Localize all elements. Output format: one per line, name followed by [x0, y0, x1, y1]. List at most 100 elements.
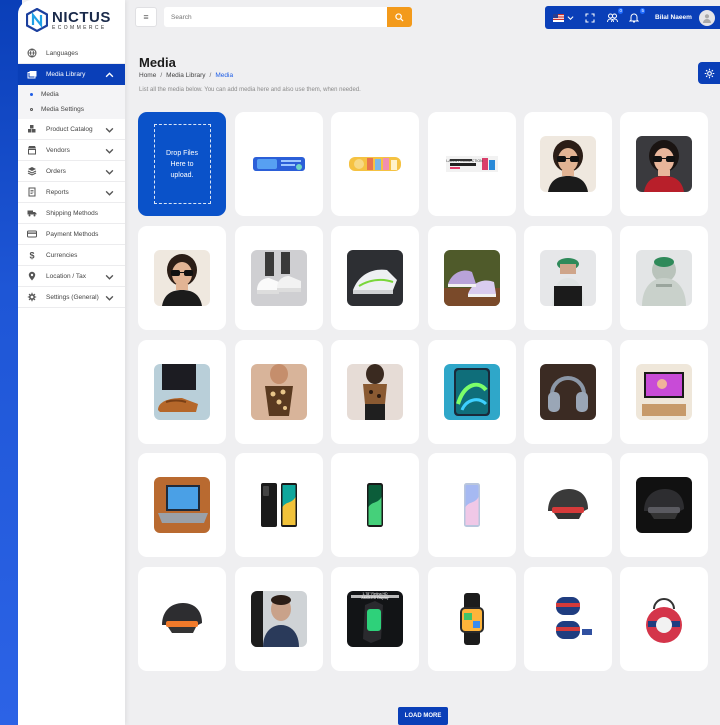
- media-card[interactable]: [138, 453, 226, 557]
- media-thumbnail-banner-yellow: [347, 136, 403, 192]
- media-thumbnail-person-hoodie: [636, 250, 692, 306]
- notifications-button[interactable]: 5: [623, 6, 645, 29]
- card-icon: [27, 229, 37, 239]
- load-more-button[interactable]: LOAD MORE: [398, 707, 448, 725]
- media-card[interactable]: [620, 226, 708, 330]
- sidebar-item-currencies[interactable]: $ Currencies: [18, 245, 125, 266]
- media-card[interactable]: [524, 112, 612, 216]
- media-card[interactable]: [234, 226, 323, 330]
- media-card[interactable]: [427, 226, 516, 330]
- brand-name: NICTUS: [52, 8, 111, 26]
- sidebar-item-shipping-methods[interactable]: Shipping Methods: [18, 203, 125, 224]
- hamburger-icon: ≡: [143, 12, 149, 22]
- media-card[interactable]: [234, 567, 323, 671]
- media-card[interactable]: [138, 340, 226, 444]
- layers-icon: [27, 166, 37, 176]
- users-icon: [606, 13, 618, 22]
- dollar-icon: $: [27, 250, 37, 261]
- breadcrumb-home[interactable]: Home: [139, 72, 156, 79]
- media-card[interactable]: [234, 112, 323, 216]
- sidebar-item-payment-methods[interactable]: Payment Methods: [18, 224, 125, 245]
- language-selector[interactable]: [549, 6, 577, 29]
- sidebar-item-label: Location / Tax: [46, 272, 86, 280]
- search-input[interactable]: [171, 13, 371, 21]
- submenu-item-media[interactable]: Media: [18, 87, 125, 102]
- users-button[interactable]: 0: [601, 6, 623, 29]
- media-thumbnail-caption: 1.78" Retina HD AMOLED Display: [361, 592, 389, 600]
- media-card[interactable]: [620, 453, 708, 557]
- chevron-down-icon: [105, 190, 114, 196]
- media-card[interactable]: [234, 453, 323, 557]
- media-card[interactable]: [524, 567, 612, 671]
- media-card[interactable]: [331, 112, 419, 216]
- media-thumbnail-white-sneakers: [250, 250, 307, 306]
- chevron-up-icon: [105, 72, 114, 78]
- media-icon: [27, 70, 37, 80]
- sidebar-item-product-catalog[interactable]: Product Catalog: [18, 119, 125, 140]
- chevron-down-icon: [567, 16, 573, 20]
- breadcrumb-media-library[interactable]: Media Library: [166, 72, 205, 79]
- sidebar-item-media-library[interactable]: Media Library: [18, 64, 125, 85]
- search-icon: [395, 12, 404, 22]
- media-card[interactable]: [138, 226, 226, 330]
- submenu-item-label: Media: [41, 91, 59, 98]
- logo-mark-icon: [25, 7, 49, 33]
- avatar[interactable]: [698, 9, 715, 26]
- fullscreen-button[interactable]: [579, 6, 601, 29]
- store-icon: [27, 145, 37, 155]
- media-card[interactable]: [620, 340, 708, 444]
- truck-icon: [27, 208, 37, 218]
- bullet-icon: [30, 108, 33, 111]
- sidebar-item-reports[interactable]: Reports: [18, 182, 125, 203]
- brand-sub: ECOMMERCE: [52, 24, 107, 31]
- media-card[interactable]: [331, 226, 419, 330]
- media-card[interactable]: [524, 340, 612, 444]
- media-thumbnail-bag-set: [540, 591, 596, 647]
- media-thumbnail-helmet-orange: [154, 591, 210, 647]
- sidebar-menu: Languages Media Library Media Media Setting…: [18, 43, 125, 308]
- media-card[interactable]: 1.78" Retina HD AMOLED Display: [331, 567, 419, 671]
- media-card[interactable]: [234, 340, 323, 444]
- sidebar-item-vendors[interactable]: Vendors: [18, 140, 125, 161]
- sidebar-item-orders[interactable]: Orders: [18, 161, 125, 182]
- notifications-badge: 5: [640, 8, 645, 14]
- search-button[interactable]: [387, 7, 412, 27]
- media-card[interactable]: [427, 567, 516, 671]
- media-card[interactable]: [427, 453, 516, 557]
- sidebar-item-settings-general[interactable]: Settings (General): [18, 287, 125, 308]
- chevron-down-icon: [105, 274, 114, 280]
- user-name[interactable]: Bilal Naeem: [655, 14, 692, 21]
- sidebar: NICTUS ECOMMERCE Languages Media Library M…: [18, 0, 125, 725]
- media-thumbnail-tablet-green: [443, 364, 500, 420]
- media-card[interactable]: LATEST COLLECTION: [427, 112, 516, 216]
- media-card[interactable]: [331, 340, 419, 444]
- submenu-item-media-settings[interactable]: Media Settings: [18, 102, 125, 117]
- topbar-actions: 0 5 Bilal Naeem: [545, 6, 720, 29]
- page-description: List all the media below. You can add me…: [139, 87, 361, 93]
- media-thumbnail-tv-stand: [636, 364, 692, 420]
- media-card[interactable]: [331, 453, 419, 557]
- media-thumbnail-bag-red: [636, 591, 692, 647]
- search-box: [164, 7, 412, 27]
- submenu-item-label: Media Settings: [41, 106, 84, 113]
- media-thumbnail-phone-dual: [250, 477, 307, 533]
- media-thumbnail-smartwatch: [443, 591, 500, 647]
- sidebar-item-location-tax[interactable]: Location / Tax: [18, 266, 125, 287]
- media-thumbnail-person-cap: [540, 250, 596, 306]
- media-card[interactable]: [620, 567, 708, 671]
- media-thumbnail-halter-top: [250, 364, 307, 420]
- sidebar-item-languages[interactable]: Languages: [18, 43, 125, 64]
- media-thumbnail-woman-sunglasses: [540, 136, 596, 192]
- dropzone[interactable]: Drop Files Here to upload.: [138, 112, 226, 216]
- media-card[interactable]: [524, 453, 612, 557]
- sidebar-item-label: Shipping Methods: [46, 209, 99, 217]
- bullet-icon: [30, 93, 33, 96]
- media-card[interactable]: [620, 112, 708, 216]
- brand-logo[interactable]: NICTUS ECOMMERCE: [18, 0, 125, 40]
- media-card[interactable]: [138, 567, 226, 671]
- page-settings-button[interactable]: [698, 62, 720, 84]
- menu-toggle-button[interactable]: ≡: [135, 7, 157, 27]
- media-card[interactable]: [427, 340, 516, 444]
- media-card[interactable]: [524, 226, 612, 330]
- media-thumbnail-phone-blue: [443, 477, 500, 533]
